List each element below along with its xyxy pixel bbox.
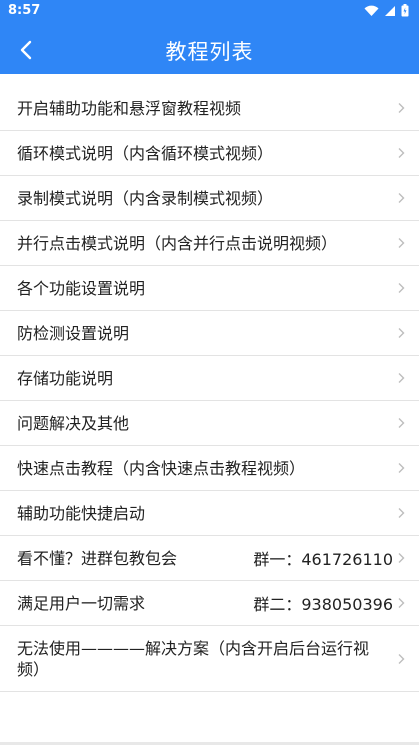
list-item[interactable]: 防检测设置说明 <box>0 311 419 356</box>
tutorial-list: 开启辅助功能和悬浮窗教程视频循环模式说明（内含循环模式视频） 录制模式说明（内含录… <box>0 86 419 692</box>
list-item-label: 并行点击模式说明（内含并行点击说明视频） <box>17 233 338 253</box>
list-item[interactable]: 存储功能说明 <box>0 356 419 401</box>
chevron-right-icon <box>398 283 405 293</box>
chevron-right-icon <box>398 598 405 608</box>
list-item[interactable]: 满足用户一切需求 群二：938050396 <box>0 581 419 626</box>
app-header: 8:57 教程列表 <box>0 0 419 74</box>
list-item-label: 快速点击教程（内含快速点击教程视频） <box>17 458 306 478</box>
page-title: 教程列表 <box>165 40 254 64</box>
signal-icon <box>385 5 395 16</box>
list-item-label: 无法使用————解决方案（内含开启后台运行视频） <box>17 638 370 679</box>
list-item-group-number: 群二：938050396 <box>253 595 393 614</box>
chevron-right-icon <box>398 103 405 113</box>
chevron-right-icon <box>398 148 405 158</box>
chevron-right-icon <box>398 193 405 203</box>
battery-icon <box>401 4 409 17</box>
status-time: 8:57 <box>8 3 41 18</box>
wifi-icon <box>364 5 379 16</box>
list-item[interactable]: 辅助功能快捷启动 <box>0 491 419 536</box>
chevron-right-icon <box>398 653 405 664</box>
list-item-label: 防检测设置说明 <box>17 323 130 343</box>
list-item[interactable]: 循环模式说明（内含循环模式视频） <box>0 131 419 176</box>
list-item-label: 满足用户一切需求 <box>17 593 146 613</box>
list-item[interactable]: 并行点击模式说明（内含并行点击说明视频） <box>0 221 419 266</box>
chevron-right-icon <box>398 328 405 338</box>
list-item[interactable]: 快速点击教程（内含快速点击教程视频） <box>0 446 419 491</box>
list-item-label: 开启辅助功能和悬浮窗教程视频 <box>17 98 242 118</box>
chevron-right-icon <box>398 553 405 563</box>
list-item-label: 各个功能设置说明 <box>17 278 146 298</box>
list-item-label: 辅助功能快捷启动 <box>17 503 146 523</box>
list-item-group-number: 群一：461726110 <box>253 550 393 569</box>
status-bar: 8:57 <box>0 0 419 24</box>
list-item-label: 录制模式说明（内含录制模式视频） <box>17 188 274 208</box>
chevron-right-icon <box>398 373 405 383</box>
chevron-right-icon <box>398 463 405 473</box>
list-item[interactable]: 问题解决及其他 <box>0 401 419 446</box>
list-item-label: 循环模式说明（内含循环模式视频） <box>17 143 274 163</box>
list-item[interactable]: 看不懂？进群包教包会 群一：461726110 <box>0 536 419 581</box>
chevron-right-icon <box>398 238 405 248</box>
chevron-right-icon <box>398 508 405 518</box>
status-icons <box>364 4 409 17</box>
list-item-label: 存储功能说明 <box>17 368 114 388</box>
list-item-label: 看不懂？进群包教包会 <box>17 548 178 568</box>
list-item[interactable]: 无法使用————解决方案（内含开启后台运行视频） <box>0 626 419 692</box>
list-item[interactable]: 开启辅助功能和悬浮窗教程视频 <box>0 86 419 131</box>
list-item[interactable]: 录制模式说明（内含录制模式视频） <box>0 176 419 221</box>
list-item-label: 问题解决及其他 <box>17 413 130 433</box>
list-item[interactable]: 各个功能设置说明 <box>0 266 419 311</box>
chevron-right-icon <box>398 418 405 428</box>
